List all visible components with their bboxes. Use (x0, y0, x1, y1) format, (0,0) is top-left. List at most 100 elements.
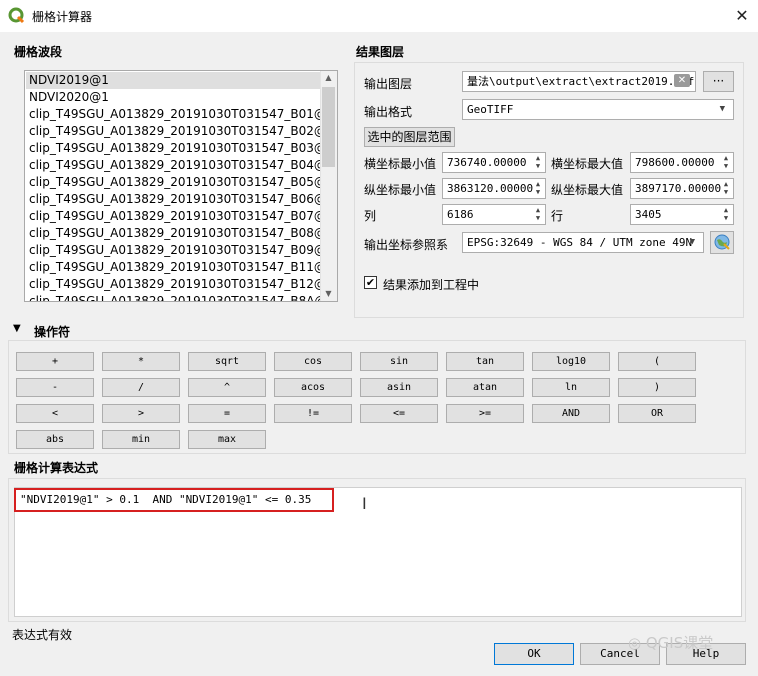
operator-button-abs[interactable]: abs (16, 430, 94, 449)
spin-arrows-icon[interactable]: ▲ ▼ (721, 180, 731, 197)
output-layer-label: 输出图层 (364, 77, 413, 91)
qgis-logo-icon (8, 7, 25, 24)
band-item[interactable]: clip_T49SGU_A013829_20191030T031547_B09@… (29, 242, 334, 259)
scrollbar-thumb[interactable] (322, 87, 335, 167)
ymin-value: 3863120.00000 (447, 182, 534, 195)
close-button[interactable]: ✕ (728, 2, 756, 30)
ymax-spinbox[interactable]: 3897170.00000 ▲ ▼ (630, 178, 734, 199)
rows-spinbox[interactable]: 3405 ▲ ▼ (630, 204, 734, 225)
operator-button-or[interactable]: OR (618, 404, 696, 423)
columns-value: 6186 (447, 208, 474, 221)
collapse-triangle-icon[interactable]: ▼ (13, 323, 21, 334)
window-title: 栅格计算器 (32, 10, 93, 24)
xmin-spinbox[interactable]: 736740.00000 ▲ ▼ (442, 152, 546, 173)
operator-button-and[interactable]: AND (532, 404, 610, 423)
spin-arrows-icon[interactable]: ▲ ▼ (721, 206, 731, 223)
ok-button[interactable]: OK (494, 643, 574, 665)
band-item[interactable]: clip_T49SGU_A013829_20191030T031547_B12@… (29, 276, 334, 293)
ymin-spinbox[interactable]: 3863120.00000 ▲ ▼ (442, 178, 546, 199)
add-to-project-checkbox[interactable]: ✔ (364, 276, 377, 289)
band-item[interactable]: clip_T49SGU_A013829_20191030T031547_B04@… (29, 157, 334, 174)
crs-selector-button[interactable] (710, 231, 734, 254)
operator-button-multiply[interactable]: * (102, 352, 180, 371)
band-item[interactable]: clip_T49SGU_A013829_20191030T031547_B8A@… (29, 293, 334, 301)
watermark: ◎ QGIS课堂 (628, 632, 713, 653)
browse-button[interactable]: ··· (703, 71, 734, 92)
operator-button-greater-equal[interactable]: >= (446, 404, 524, 423)
operator-button-greater-than[interactable]: > (102, 404, 180, 423)
band-item[interactable]: clip_T49SGU_A013829_20191030T031547_B02@… (29, 123, 334, 140)
spin-arrows-icon[interactable]: ▲ ▼ (533, 154, 543, 171)
operator-button-tan[interactable]: tan (446, 352, 524, 371)
operator-button-sin[interactable]: sin (360, 352, 438, 371)
spin-arrows-icon[interactable]: ▲ ▼ (721, 154, 731, 171)
band-item[interactable]: clip_T49SGU_A013829_20191030T031547_B01@… (29, 106, 334, 123)
operator-button-cos[interactable]: cos (274, 352, 352, 371)
expression-status: 表达式有效 (12, 628, 73, 642)
output-layer-path: 量法\output\extract\extract2019.tif (467, 75, 695, 88)
operator-button-not-equal[interactable]: != (274, 404, 352, 423)
operator-button-ln[interactable]: ln (532, 378, 610, 397)
band-item[interactable]: clip_T49SGU_A013829_20191030T031547_B08@… (29, 225, 334, 242)
operator-button-max[interactable]: max (188, 430, 266, 449)
wechat-icon: ◎ (628, 634, 642, 652)
scroll-down-arrow-icon[interactable]: ▼ (320, 289, 337, 298)
xmax-value: 798600.00000 (635, 156, 715, 169)
operator-button-power[interactable]: ^ (188, 378, 266, 397)
ymin-label: 纵坐标最小值 (364, 183, 437, 197)
columns-spinbox[interactable]: 6186 ▲ ▼ (442, 204, 546, 225)
operator-button-less-than[interactable]: < (16, 404, 94, 423)
crs-select[interactable]: EPSG:32649 - WGS 84 / UTM zone 49N ▼ (462, 232, 704, 253)
operator-button-sqrt[interactable]: sqrt (188, 352, 266, 371)
band-item[interactable]: clip_T49SGU_A013829_20191030T031547_B03@… (29, 140, 334, 157)
band-item[interactable]: NDVI2019@1 (26, 72, 323, 89)
spin-arrows-icon[interactable]: ▲ ▼ (533, 180, 543, 197)
bands-list[interactable]: NDVI2019@1 NDVI2020@1 clip_T49SGU_A01382… (24, 70, 338, 302)
clear-icon[interactable]: ✕ (674, 74, 690, 87)
expression-text: "NDVI2019@1" > 0.1 AND "NDVI2019@1" <= 0… (20, 493, 312, 506)
xmax-label: 横坐标最大值 (551, 157, 624, 171)
output-layer-field[interactable]: 量法\output\extract\extract2019.tif (462, 71, 696, 92)
band-item[interactable]: clip_T49SGU_A013829_20191030T031547_B11@… (29, 259, 334, 276)
band-item[interactable]: clip_T49SGU_A013829_20191030T031547_B05@… (29, 174, 334, 191)
operator-button-acos[interactable]: acos (274, 378, 352, 397)
operator-button-minus[interactable]: - (16, 378, 94, 397)
band-item[interactable]: clip_T49SGU_A013829_20191030T031547_B06@… (29, 191, 334, 208)
crs-label: 输出坐标参照系 (364, 238, 449, 252)
output-format-label: 输出格式 (364, 105, 413, 119)
chevron-down-icon: ▼ (689, 237, 695, 247)
text-cursor-icon: I (362, 494, 367, 513)
operator-button-less-equal[interactable]: <= (360, 404, 438, 423)
xmin-label: 横坐标最小值 (364, 157, 437, 171)
expression-section-title: 栅格计算表达式 (14, 461, 99, 475)
band-item[interactable]: clip_T49SGU_A013829_20191030T031547_B07@… (29, 208, 334, 225)
operator-button-plus[interactable]: + (16, 352, 94, 371)
operator-button-close-paren[interactable]: ) (618, 378, 696, 397)
title-bar (0, 0, 758, 32)
operator-button-atan[interactable]: atan (446, 378, 524, 397)
output-format-select[interactable]: GeoTIFF ▼ (462, 99, 734, 120)
rows-label: 行 (551, 209, 564, 223)
operator-button-asin[interactable]: asin (360, 378, 438, 397)
scroll-up-arrow-icon[interactable]: ▲ (320, 73, 337, 82)
selected-layer-extent-button[interactable]: 选中的图层范围 (364, 127, 455, 147)
operators-section-title: 操作符 (34, 325, 71, 339)
chevron-down-icon: ▼ (719, 104, 725, 114)
watermark-text: QGIS课堂 (645, 634, 714, 652)
crs-value: EPSG:32649 - WGS 84 / UTM zone 49N (467, 236, 693, 249)
globe-icon (714, 234, 730, 250)
ymax-value: 3897170.00000 (635, 182, 722, 195)
xmin-value: 736740.00000 (447, 156, 527, 169)
spin-arrows-icon[interactable]: ▲ ▼ (533, 206, 543, 223)
ymax-label: 纵坐标最大值 (551, 183, 624, 197)
operator-button-equals[interactable]: = (188, 404, 266, 423)
operator-button-open-paren[interactable]: ( (618, 352, 696, 371)
xmax-spinbox[interactable]: 798600.00000 ▲ ▼ (630, 152, 734, 173)
operator-button-min[interactable]: min (102, 430, 180, 449)
rows-value: 3405 (635, 208, 662, 221)
result-section-title: 结果图层 (356, 45, 405, 59)
operator-button-log10[interactable]: log10 (532, 352, 610, 371)
columns-label: 列 (364, 209, 377, 223)
operator-button-divide[interactable]: / (102, 378, 180, 397)
band-item[interactable]: NDVI2020@1 (29, 89, 109, 106)
